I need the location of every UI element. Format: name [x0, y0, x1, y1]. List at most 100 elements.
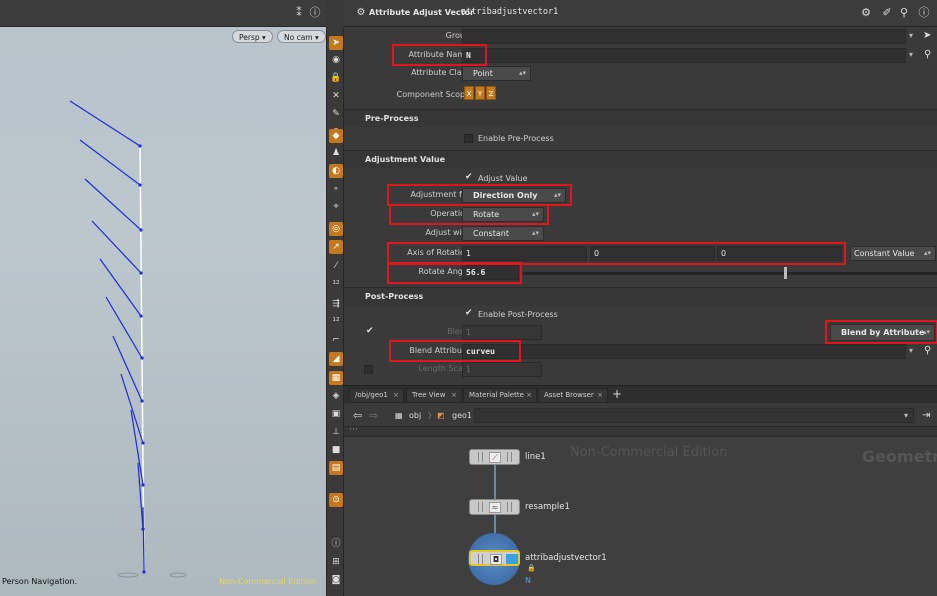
path-field[interactable] — [474, 408, 914, 423]
tab-tree-view[interactable]: Tree View × — [406, 388, 462, 403]
blend-attribute-dropdown-icon[interactable]: ▾ — [909, 346, 913, 355]
back-arrow-icon[interactable]: ⇦ — [353, 408, 362, 423]
rotate-angle-slider-track[interactable] — [523, 272, 937, 275]
collapse-icon[interactable]: ⋯ — [349, 425, 358, 435]
path-geo1-button[interactable]: geo1 — [452, 408, 472, 423]
image-icon[interactable]: ▣ — [329, 407, 343, 421]
component-z-toggle[interactable]: Z — [486, 86, 496, 100]
forward-arrow-icon[interactable]: ⇨ — [369, 408, 378, 423]
object-icon[interactable]: ◈ — [329, 389, 343, 403]
add-tab-icon[interactable]: + — [612, 387, 622, 401]
close-icon[interactable]: × — [393, 389, 399, 402]
info-icon[interactable]: ⓘ — [917, 6, 931, 20]
network-editor[interactable]: Non-Commercial Edition Geometr ⟋ line1 ≈… — [344, 437, 937, 596]
node-resample1[interactable]: ≈ — [469, 499, 520, 515]
visibility-icon[interactable]: ✕ — [329, 89, 343, 103]
render-icon[interactable]: ◙ — [329, 573, 343, 587]
attribute-name-dropdown-icon[interactable]: ▾ — [909, 50, 913, 59]
tab-asset-browser-label: Asset Browser — [544, 391, 594, 399]
point-icon[interactable]: ∘ — [329, 182, 343, 196]
cube-icon[interactable]: ■ — [329, 443, 343, 457]
path-dropdown-icon[interactable]: ▾ — [904, 408, 908, 423]
numbers-icon[interactable]: ¹² — [329, 278, 343, 292]
help-icon[interactable]: ⓘ — [308, 6, 322, 20]
view-tool-icon[interactable]: ◉ — [329, 53, 343, 67]
pin-icon[interactable]: ♟ — [329, 146, 343, 160]
node-name-field[interactable]: attribadjustvector1 — [461, 7, 558, 17]
axis-icon[interactable]: ⊥ — [329, 425, 343, 439]
axis-y-field[interactable]: 0 — [590, 246, 715, 261]
brush-icon[interactable]: ✎ — [329, 107, 343, 121]
grid-icon[interactable]: ▦ — [329, 371, 343, 385]
search-icon[interactable]: ⚲ — [897, 6, 911, 20]
network-icon[interactable]: ⊞ — [329, 555, 343, 569]
group-dropdown-icon[interactable]: ▾ — [909, 31, 913, 40]
rotate-angle-slider-handle[interactable] — [784, 267, 787, 279]
vector-icon[interactable]: ¹² — [329, 315, 343, 329]
preprocess-section-header[interactable]: Pre-Process — [344, 109, 937, 127]
path-obj-button[interactable]: obj — [409, 408, 421, 423]
adjustment-section-header[interactable]: Adjustment Value — [344, 150, 937, 168]
normals-icon[interactable]: ⇶ — [329, 297, 343, 311]
component-x-toggle[interactable]: X — [464, 86, 474, 100]
close-icon[interactable]: × — [597, 389, 603, 402]
component-scope-row: Component Scope X Y Z — [344, 85, 937, 102]
frame-icon[interactable]: ⌐ — [329, 333, 343, 347]
pin-icon[interactable]: ⇥ — [922, 408, 930, 423]
ghost-icon[interactable]: ◐ — [329, 164, 343, 178]
curve-icon[interactable]: ↗ — [329, 240, 343, 254]
select-arrow-icon[interactable]: ➤ — [923, 30, 931, 41]
camera-icon[interactable]: ▤ — [329, 461, 343, 475]
wire-icon[interactable]: ⌖ — [329, 200, 343, 214]
length-scale-checkbox[interactable] — [364, 365, 373, 374]
operation-menu[interactable]: Rotate ▴▾ — [462, 207, 544, 222]
light-icon[interactable]: ◎ — [329, 222, 343, 236]
adjust-value-row: ✔ Adjust Value — [344, 170, 937, 187]
info-icon[interactable]: ⓘ — [329, 537, 343, 551]
axis-x-field[interactable]: 1 — [462, 246, 587, 261]
blend-mode-menu[interactable]: Blend by Attribute ▴▾ — [830, 324, 935, 341]
lock-icon: 🔒 — [527, 564, 536, 572]
display-options-icon[interactable]: ⁑ — [292, 6, 306, 20]
close-icon[interactable]: × — [451, 389, 457, 402]
shade-icon[interactable]: ◢ — [329, 352, 343, 366]
length-scale-field[interactable]: 1 — [462, 362, 542, 377]
rotate-angle-field[interactable]: 56.6 — [462, 265, 519, 280]
blend-attribute-field[interactable]: curveu — [462, 344, 906, 359]
adjustment-for-menu[interactable]: Direction Only ▴▾ — [462, 188, 566, 203]
attribute-class-menu[interactable]: Point ▴▾ — [462, 66, 531, 81]
dropper-icon[interactable]: ⁄ — [329, 259, 343, 273]
blend-checkbox[interactable]: ✔ — [366, 326, 374, 336]
houdini-window: ⓘ ⁑ Persp ▾ No cam ▾ Person Navigation. … — [0, 0, 937, 596]
node-attribadjustvector1[interactable]: ◘ — [469, 550, 520, 566]
node-line1[interactable]: ⟋ — [469, 449, 520, 465]
axis-z-field[interactable]: 0 — [717, 246, 842, 261]
enable-postprocess-label: Enable Post-Process — [478, 310, 558, 319]
display-flag[interactable] — [506, 554, 518, 564]
gear-icon[interactable]: ⚙ — [859, 6, 873, 20]
scene-viewport[interactable]: ⓘ ⁑ Persp ▾ No cam ▾ Person Navigation. … — [0, 0, 326, 596]
location-icon[interactable]: ⊙ — [329, 493, 343, 507]
tab-obj-geo1[interactable]: /obj/geo1 × — [349, 388, 404, 403]
brush-icon[interactable]: ✐ — [880, 6, 894, 20]
axis-mode-menu[interactable]: Constant Value ▴▾ — [850, 246, 936, 261]
component-y-toggle[interactable]: Y — [475, 86, 485, 100]
attribute-name-field[interactable]: N — [462, 48, 906, 63]
length-scale-row: Length Scale 1 — [344, 361, 937, 378]
location-pin-icon[interactable]: ⚲ — [924, 49, 931, 60]
blend-field[interactable]: 1 — [462, 325, 542, 340]
parameter-header: ⚙ Attribute Adjust Vector attribadjustve… — [344, 0, 937, 27]
tab-asset-browser[interactable]: Asset Browser × — [538, 388, 608, 403]
location-pin-icon[interactable]: ⚲ — [924, 345, 931, 356]
adjust-value-checkbox[interactable]: ✔ — [465, 172, 473, 182]
postprocess-section-header[interactable]: Post-Process — [344, 287, 937, 305]
snap-icon[interactable]: ◆ — [329, 129, 343, 143]
adjust-with-menu[interactable]: Constant ▴▾ — [462, 226, 544, 241]
lock-icon[interactable]: 🔒 — [329, 71, 343, 85]
group-field[interactable] — [462, 29, 906, 44]
select-tool-icon[interactable]: ➤ — [329, 36, 343, 50]
enable-postprocess-checkbox[interactable]: ✔ — [465, 308, 473, 318]
close-icon[interactable]: × — [526, 389, 532, 402]
enable-preprocess-checkbox[interactable] — [464, 134, 473, 143]
tab-material-palette[interactable]: Material Palette × — [463, 388, 537, 403]
